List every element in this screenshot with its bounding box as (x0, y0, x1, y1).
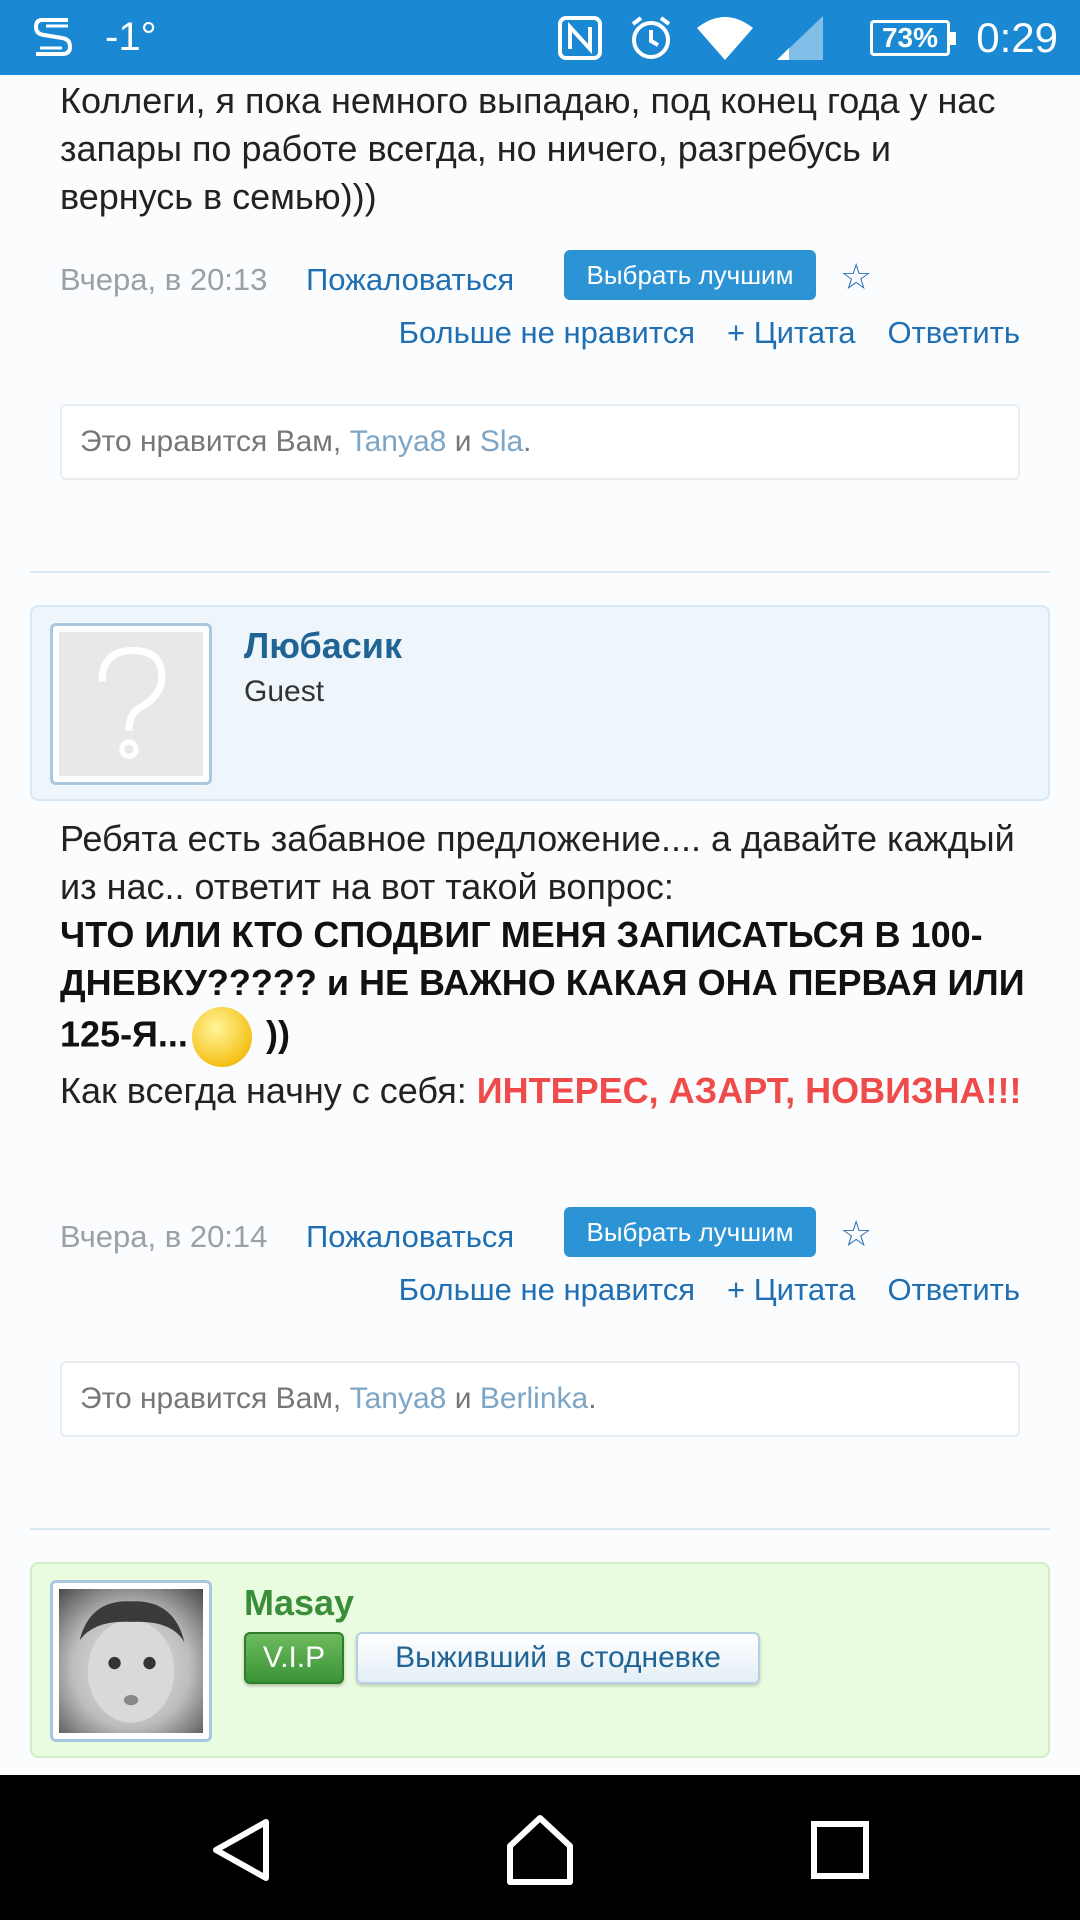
like-user-link[interactable]: Berlinka (480, 1382, 588, 1416)
post-date: Вчера, в 20:13 (60, 262, 268, 297)
likes-and: и (454, 425, 472, 458)
select-best-button[interactable]: Выбрать лучшим (564, 1207, 816, 1257)
forum-thread[interactable]: Коллеги, я пока немного выпадаю, под кон… (0, 75, 1080, 1775)
user-role: Guest (244, 675, 325, 708)
battery-level: 73% (881, 22, 939, 53)
post-text: Коллеги, я пока немного выпадаю, под кон… (60, 80, 996, 217)
post-actions: Больше не нравится + Цитата Ответить (399, 315, 1020, 361)
likes-and: и (454, 1382, 472, 1415)
post-divider (30, 571, 1050, 573)
select-best-button[interactable]: Выбрать лучшим (564, 250, 816, 300)
home-icon[interactable] (500, 1810, 580, 1890)
title-badge: Выживший в стодневке (356, 1632, 760, 1684)
wifi-icon (697, 17, 753, 60)
smiley-icon (191, 1007, 252, 1067)
status-bar: -1° 73% 0:29 (0, 0, 1080, 75)
quote-link[interactable]: + Цитата (727, 315, 855, 361)
navigation-bar (0, 1775, 1080, 1920)
likes-box: Это нравится Вам, Tanya8 и Berlinka. (60, 1361, 1020, 1437)
likes-prefix: Это нравится Вам, (80, 425, 342, 458)
battery-icon: 73% (870, 20, 956, 56)
star-icon[interactable]: ☆ (840, 1213, 872, 1255)
post-date: Вчера, в 20:14 (60, 1219, 268, 1254)
user-card: Любасик Guest (30, 605, 1050, 801)
avatar[interactable] (50, 1580, 212, 1742)
post-text-line: Ребята есть забавное предложение.... а д… (60, 818, 1015, 907)
post-text-bold: )) (265, 1013, 290, 1055)
post-meta: Вчера, в 20:13 Пожаловаться Выбрать лучш… (60, 250, 1020, 310)
post-text: Ребята есть забавное предложение.... а д… (60, 815, 1030, 1115)
child-photo (79, 1601, 185, 1723)
post-text-line: Как всегда начну с себя: (60, 1070, 467, 1111)
post-meta: Вчера, в 20:14 Пожаловаться Выбрать лучш… (60, 1207, 1020, 1267)
alarm-icon (631, 16, 671, 59)
vip-badge: V.I.P (244, 1632, 344, 1684)
username-link[interactable]: Masay (244, 1582, 354, 1624)
likes-prefix: Это нравится Вам, (80, 1382, 342, 1415)
reply-link[interactable]: Ответить (887, 1272, 1020, 1318)
report-link[interactable]: Пожаловаться (306, 262, 514, 298)
report-link[interactable]: Пожаловаться (306, 1219, 514, 1255)
unlike-link[interactable]: Больше не нравится (399, 1272, 695, 1318)
screen: -1° 73% 0:29 Коллеги, я пока немного вып… (0, 0, 1080, 1920)
unlike-link[interactable]: Больше не нравится (399, 315, 695, 361)
question-mark-icon (98, 646, 166, 760)
post-actions: Больше не нравится + Цитата Ответить (399, 1272, 1020, 1318)
post-text-highlight: ИНТЕРЕС, АЗАРТ, НОВИЗНА!!! (476, 1070, 1022, 1111)
username-link[interactable]: Любасик (244, 625, 402, 667)
quote-link[interactable]: + Цитата (727, 1272, 855, 1318)
post-divider (30, 1528, 1050, 1530)
temperature: -1° (105, 15, 157, 59)
user-card: Masay V.I.P Выживший в стодневке (30, 1562, 1050, 1758)
star-icon[interactable]: ☆ (840, 256, 872, 298)
likes-suffix: . (523, 425, 532, 458)
avatar[interactable] (50, 623, 212, 785)
nfc-icon (558, 16, 602, 60)
likes-box: Это нравится Вам, Tanya8 и Sla. (60, 404, 1020, 480)
s-icon (33, 18, 73, 56)
like-user-link[interactable]: Sla (480, 425, 523, 459)
likes-suffix: . (588, 1382, 597, 1415)
like-user-link[interactable]: Tanya8 (350, 1382, 447, 1416)
clock: 0:29 (976, 13, 1058, 61)
like-user-link[interactable]: Tanya8 (350, 425, 447, 459)
reply-link[interactable]: Ответить (887, 315, 1020, 361)
recents-icon[interactable] (800, 1810, 880, 1890)
signal-icon (777, 16, 823, 60)
back-icon[interactable] (200, 1810, 280, 1890)
